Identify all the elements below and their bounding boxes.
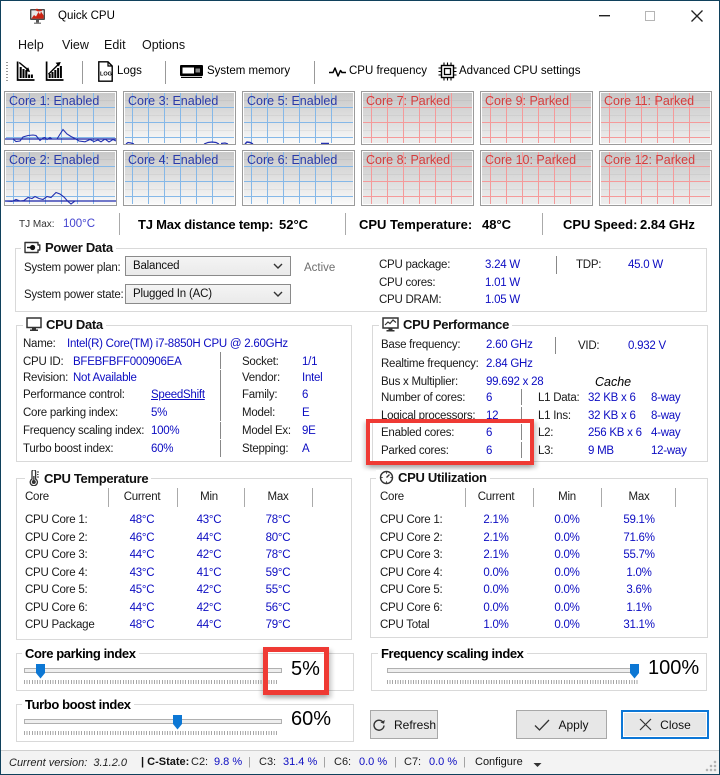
svg-text:LOG: LOG <box>100 72 112 78</box>
